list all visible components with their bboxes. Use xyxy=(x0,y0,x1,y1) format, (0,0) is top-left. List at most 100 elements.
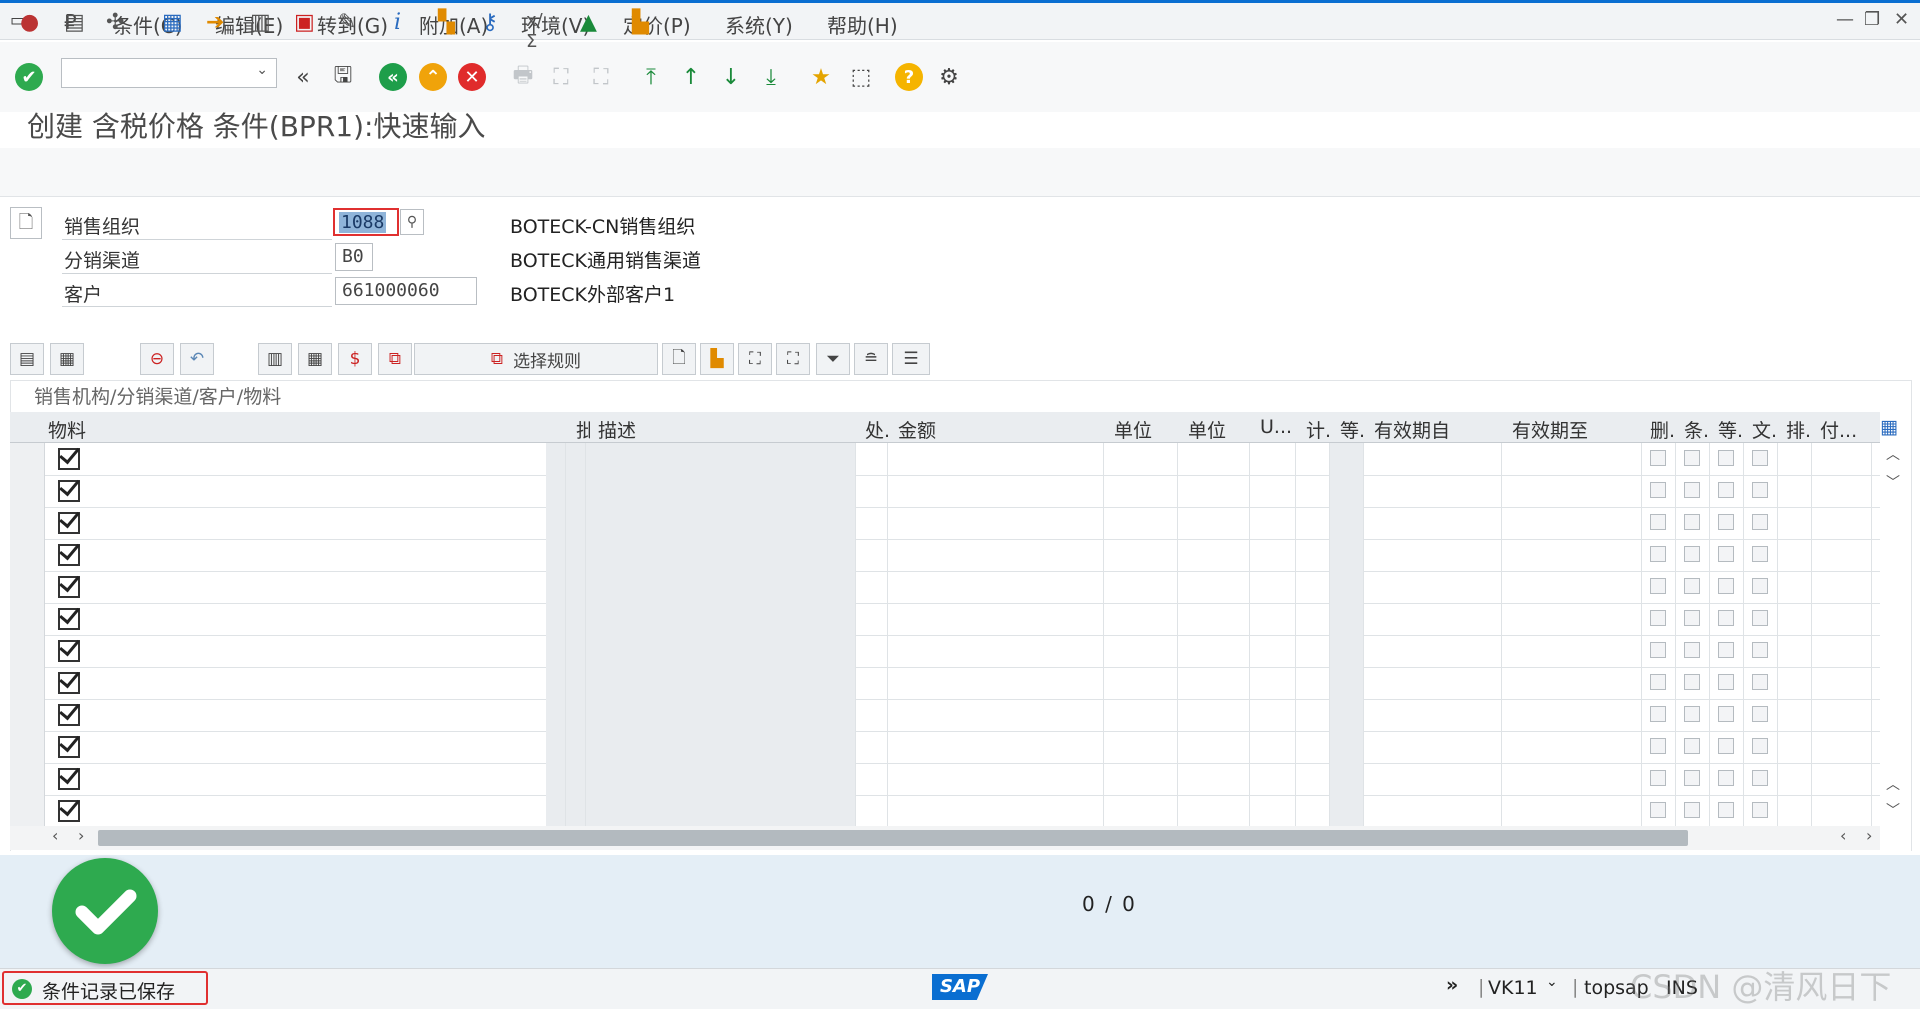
scroll-right-icon[interactable]: › xyxy=(78,826,84,845)
table-row[interactable] xyxy=(10,667,1880,700)
table-cell[interactable] xyxy=(1330,667,1364,699)
table-cell[interactable] xyxy=(566,539,586,571)
row-selector[interactable] xyxy=(10,603,45,635)
row-flag-checkbox[interactable] xyxy=(1718,642,1734,658)
col-valid-to[interactable]: 有效期至 xyxy=(1512,416,1588,443)
table-cell[interactable] xyxy=(1296,603,1330,635)
table-cell[interactable] xyxy=(586,603,856,635)
previous-page-icon[interactable]: ↑ xyxy=(676,62,706,92)
row-flag-checkbox[interactable] xyxy=(1650,514,1666,530)
row-flag-checkbox[interactable] xyxy=(1752,674,1768,690)
row-selector[interactable] xyxy=(10,763,45,795)
col-amount[interactable]: 金额 xyxy=(898,416,936,443)
scroll-page-up-icon[interactable]: ︿ xyxy=(1886,774,1900,794)
table-cell[interactable] xyxy=(586,635,856,667)
row-flag-checkbox[interactable] xyxy=(1650,546,1666,562)
row-flag-checkbox[interactable] xyxy=(1752,578,1768,594)
table-cell[interactable] xyxy=(546,699,566,731)
table-cell[interactable] xyxy=(1364,635,1502,667)
table-cell[interactable] xyxy=(566,571,586,603)
row-checkbox[interactable] xyxy=(58,768,80,790)
table-cell[interactable] xyxy=(1104,507,1178,539)
table-cell[interactable] xyxy=(586,539,856,571)
table-cell[interactable] xyxy=(1364,731,1502,763)
table-cell[interactable] xyxy=(1104,763,1178,795)
row-flag-checkbox[interactable] xyxy=(1718,514,1734,530)
chevron-down-icon[interactable]: ⌄ xyxy=(256,62,268,78)
table-cell[interactable] xyxy=(1502,667,1642,699)
table-row[interactable] xyxy=(10,731,1880,764)
table-cell[interactable] xyxy=(1296,635,1330,667)
scroll-page-down-icon[interactable]: ﹀ xyxy=(1886,800,1900,820)
table-cell[interactable] xyxy=(1296,667,1330,699)
row-flag-checkbox[interactable] xyxy=(1752,706,1768,722)
row-selector[interactable] xyxy=(10,731,45,763)
table-cell[interactable] xyxy=(1296,731,1330,763)
maximize-icon[interactable]: ❐ xyxy=(1864,9,1880,30)
table-cell[interactable] xyxy=(546,539,566,571)
row-flag-checkbox[interactable] xyxy=(1650,610,1666,626)
row-selector[interactable] xyxy=(10,539,45,571)
row-flag-checkbox[interactable] xyxy=(1684,450,1700,466)
table-cell[interactable] xyxy=(1178,763,1250,795)
table-cell[interactable] xyxy=(1104,795,1178,827)
find-next-button[interactable]: ⛶ xyxy=(776,343,810,375)
table-cell[interactable] xyxy=(1330,635,1364,667)
row-checkbox[interactable] xyxy=(58,704,80,726)
table-cell[interactable] xyxy=(1778,475,1812,507)
row-flag-checkbox[interactable] xyxy=(1752,482,1768,498)
table-cell[interactable] xyxy=(1296,763,1330,795)
row-checkbox[interactable] xyxy=(58,512,80,534)
table-cell[interactable] xyxy=(1364,507,1502,539)
copy-records-icon[interactable]: ▦ xyxy=(162,10,188,36)
table-cell[interactable] xyxy=(1178,571,1250,603)
shortcut-icon[interactable]: ⬚ xyxy=(846,62,876,92)
table-cell[interactable] xyxy=(856,571,888,603)
table-cell[interactable] xyxy=(888,443,1104,475)
table-cell[interactable] xyxy=(1502,539,1642,571)
document-icon[interactable]: 🗋 xyxy=(10,207,42,239)
filter-button[interactable]: ⏷ xyxy=(816,343,850,375)
table-cell[interactable] xyxy=(888,731,1104,763)
table-cell[interactable] xyxy=(856,475,888,507)
row-flag-checkbox[interactable] xyxy=(1684,610,1700,626)
table-cell[interactable] xyxy=(1296,507,1330,539)
table-cell[interactable] xyxy=(1296,795,1330,827)
table-cell[interactable] xyxy=(1104,699,1178,731)
table-cell[interactable] xyxy=(1502,635,1642,667)
col-uom[interactable]: U... xyxy=(1260,416,1292,438)
table-cell[interactable] xyxy=(1364,795,1502,827)
table-row[interactable] xyxy=(10,699,1880,732)
package-icon[interactable]: ▙ xyxy=(632,10,658,36)
row-flag-checkbox[interactable] xyxy=(1650,674,1666,690)
table-cell[interactable] xyxy=(856,699,888,731)
table-row[interactable] xyxy=(10,443,1880,476)
col-unit-2[interactable]: 单位 xyxy=(1188,416,1226,443)
save-icon[interactable]: 🖫 xyxy=(328,62,358,92)
table-cell[interactable] xyxy=(1812,667,1872,699)
table-cell[interactable] xyxy=(1104,443,1178,475)
select-all-button[interactable]: ▦ xyxy=(50,343,84,375)
row-flag-checkbox[interactable] xyxy=(1718,770,1734,786)
table-cell[interactable] xyxy=(1330,475,1364,507)
row-selector[interactable] xyxy=(10,635,45,667)
edit-doc-icon[interactable]: ✎ xyxy=(338,10,364,36)
table-cell[interactable] xyxy=(566,795,586,827)
info-icon[interactable]: i xyxy=(394,10,420,36)
col-text[interactable]: 文. xyxy=(1752,416,1777,443)
table-cell[interactable] xyxy=(546,763,566,795)
row-selector[interactable] xyxy=(10,795,45,827)
row-flag-checkbox[interactable] xyxy=(1718,802,1734,818)
help-button[interactable]: ? xyxy=(894,62,924,92)
table-cell[interactable] xyxy=(1330,571,1364,603)
table-cell[interactable] xyxy=(1178,603,1250,635)
col-count[interactable]: 计. xyxy=(1306,416,1331,443)
table-cell[interactable] xyxy=(1812,475,1872,507)
table-cell[interactable] xyxy=(1296,443,1330,475)
table-cell[interactable] xyxy=(1364,603,1502,635)
table-cell[interactable] xyxy=(1778,731,1812,763)
table-cell[interactable] xyxy=(1250,507,1296,539)
table-cell[interactable] xyxy=(856,635,888,667)
table-cell[interactable] xyxy=(1104,539,1178,571)
row-flag-checkbox[interactable] xyxy=(1718,546,1734,562)
